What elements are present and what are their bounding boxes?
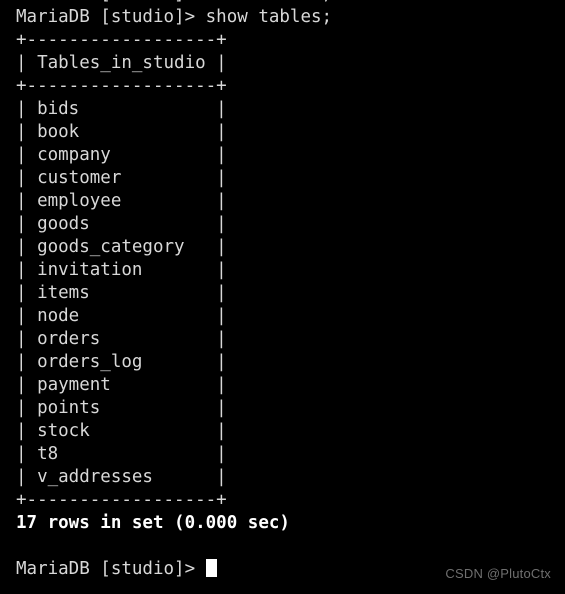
table-row: | node | — [16, 306, 227, 326]
table-row: | v_addresses | — [16, 467, 227, 487]
table-row: | t8 | — [16, 444, 227, 464]
text-cursor — [205, 559, 217, 577]
terminal-window[interactable]: MariaDB [studio]> show tables; MariaDB [… — [0, 0, 565, 594]
table-border-line: +------------------+ — [16, 490, 227, 510]
table-row: | invitation | — [16, 260, 227, 280]
table-row: | book | — [16, 122, 227, 142]
table-row: | stock | — [16, 421, 227, 441]
table-row: | employee | — [16, 191, 227, 211]
active-prompt-line: MariaDB [studio]> — [16, 558, 217, 581]
table-row: | bids | — [16, 99, 227, 119]
table-row: | goods_category | — [16, 237, 227, 257]
table-border-line: +------------------+ — [16, 76, 227, 96]
csdn-watermark: CSDN @PlutoCtx — [445, 566, 551, 581]
table-row: | customer | — [16, 168, 227, 188]
table-header-row: | Tables_in_studio | — [16, 53, 227, 73]
command-prompt-line: MariaDB [studio]> show tables; — [16, 7, 333, 27]
table-row: | orders | — [16, 329, 227, 349]
table-row: | orders_log | — [16, 352, 227, 372]
table-row: | items | — [16, 283, 227, 303]
table-border-line: +------------------+ — [16, 30, 227, 50]
table-row: | company | — [16, 145, 227, 165]
table-row: | points | — [16, 398, 227, 418]
table-row: | payment | — [16, 375, 227, 395]
result-status-line: 17 rows in set (0.000 sec) — [16, 513, 290, 533]
table-row: | goods | — [16, 214, 227, 234]
